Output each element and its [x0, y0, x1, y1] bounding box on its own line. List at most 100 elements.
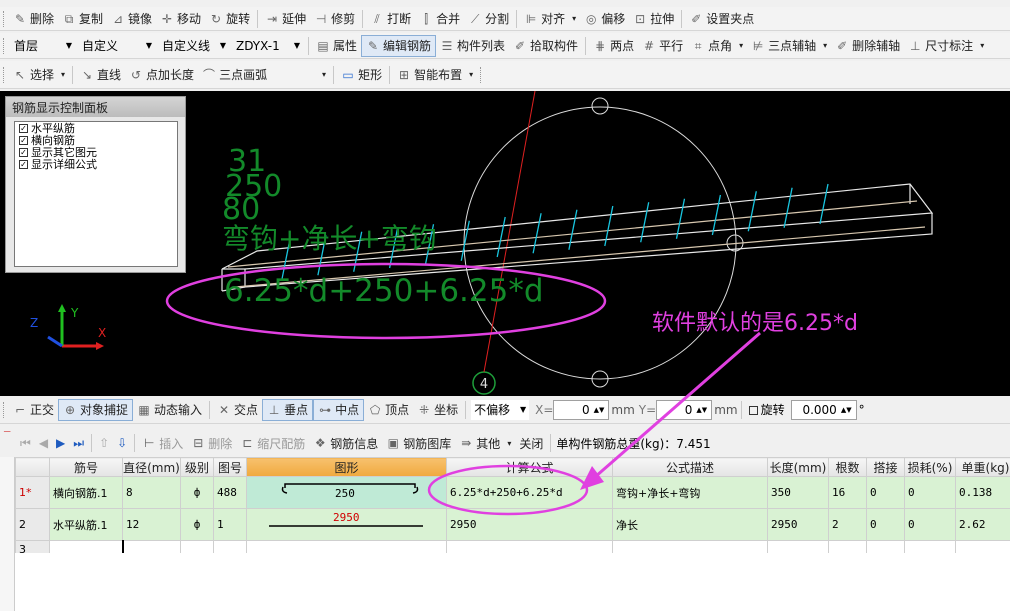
header-diameter[interactable]: 直径(mm) — [122, 457, 181, 477]
scale-rebar-button[interactable]: ⊏ 缩尺配筋 — [236, 432, 309, 454]
rotate-button[interactable]: ↻ 旋转 — [205, 8, 254, 30]
cell-formula[interactable]: 6.25*d+250+6.25*d — [446, 476, 613, 509]
edit-rebar-button[interactable]: ✎ 编辑钢筋 — [361, 34, 437, 57]
cell-loss[interactable]: 0 — [904, 476, 956, 509]
mirror-button[interactable]: ⊿ 镜像 — [107, 8, 156, 30]
line-button[interactable]: ↘ 直线 — [76, 64, 125, 86]
cell-lap[interactable]: 0 — [866, 508, 905, 541]
cell-formula-desc[interactable]: 净长 — [612, 508, 768, 541]
rebar-display-panel[interactable]: 钢筋显示控制面板 ✓ 水平纵筋 ✓ 横向钢筋 ✓ 显示其它图元 ✓ 显示详细公式 — [5, 96, 186, 273]
cell-grade[interactable]: ф — [180, 508, 214, 541]
cell-count[interactable]: 16 — [828, 476, 867, 509]
rect-button[interactable]: ▭ 矩形 — [337, 64, 386, 86]
element-select[interactable]: ZDYX-1 ▼ — [233, 36, 303, 56]
move-up-icon[interactable]: ⇧ — [95, 432, 113, 454]
toolbar-grip[interactable] — [3, 37, 6, 54]
parallel-button[interactable]: # 平行 — [638, 35, 687, 57]
cell-loss[interactable]: 0 — [904, 508, 956, 541]
three-point-aux-button[interactable]: ⊭ 三点辅轴 ▾ — [747, 35, 831, 57]
toolbar-grip[interactable] — [480, 66, 483, 83]
cell-bar-name[interactable]: 横向钢筋.1 — [49, 476, 123, 509]
other-button[interactable]: ⇛ 其他 ▾ — [455, 432, 515, 454]
cell-lap[interactable]: 0 — [866, 476, 905, 509]
header-formula[interactable]: 计算公式 — [446, 457, 613, 477]
header-length[interactable]: 长度(mm) — [767, 457, 829, 477]
ortho-button[interactable]: ⌐ 正交 — [9, 399, 58, 421]
header-count[interactable]: 根数 — [828, 457, 867, 477]
midpoint-button[interactable]: ⊶ 中点 — [313, 398, 365, 421]
merge-button[interactable]: ⫿ 合并 — [415, 8, 464, 30]
checkbox-checked-icon[interactable]: ✓ — [19, 148, 28, 157]
spinner-icon[interactable]: ▲▼ — [594, 406, 605, 414]
cell-count[interactable]: 2 — [828, 508, 867, 541]
point-angle-button[interactable]: ⌗ 点角 ▾ — [687, 35, 747, 57]
first-page-icon[interactable]: ⏮ — [16, 432, 35, 454]
header-bar-name[interactable]: 筋号 — [49, 457, 123, 477]
split-button[interactable]: ⟋ 分割 — [464, 8, 513, 30]
point-length-button[interactable]: ↺ 点加长度 — [125, 64, 198, 86]
close-table-button[interactable]: 关闭 — [515, 432, 547, 454]
spinner-icon[interactable]: ▲▼ — [696, 406, 707, 414]
checkbox-checked-icon[interactable]: ✓ — [19, 124, 28, 133]
cell-unit-weight[interactable]: 2.62 — [955, 508, 1010, 541]
type-select[interactable]: 自定义 ▼ — [79, 36, 155, 56]
smart-layout-button[interactable]: ⊞ 智能布置 ▾ — [393, 64, 477, 86]
cell-length[interactable]: 2950 — [767, 508, 829, 541]
align-button[interactable]: ⊫ 对齐 ▾ — [520, 8, 580, 30]
trim-button[interactable]: ⊣ 修剪 — [310, 8, 359, 30]
checkbox-checked-icon[interactable]: ✓ — [19, 160, 28, 169]
row-number[interactable]: 2 — [15, 508, 50, 541]
cell-grade[interactable]: ф — [180, 476, 214, 509]
dimension-button[interactable]: ⊥ 尺寸标注 ▾ — [904, 35, 988, 57]
header-loss[interactable]: 损耗(%) — [904, 457, 956, 477]
grip-point-button[interactable]: ✐ 设置夹点 — [685, 8, 758, 30]
vertex-button[interactable]: ⬠ 顶点 — [364, 399, 413, 421]
dynamic-input-button[interactable]: ▦ 动态输入 — [133, 399, 206, 421]
cell-formula[interactable]: 2950 — [446, 508, 613, 541]
header-figure-no[interactable]: 图号 — [213, 457, 247, 477]
prev-page-icon[interactable]: ◀ — [35, 432, 52, 454]
select-button[interactable]: ↖ 选择 ▾ — [9, 64, 69, 86]
insert-button[interactable]: ⊢ 插入 — [138, 432, 187, 454]
rotate-input[interactable]: 0.000 ▲▼ — [790, 399, 857, 420]
perpendicular-button[interactable]: ⊥ 垂点 — [262, 398, 314, 421]
option-show-formula[interactable]: ✓ 显示详细公式 — [15, 159, 177, 170]
intersect-button[interactable]: ✕ 交点 — [213, 399, 262, 421]
move-down-icon[interactable]: ⇩ — [113, 432, 131, 454]
coordinate-button[interactable]: ⁜ 坐标 — [413, 399, 462, 421]
extend-button[interactable]: ⇥ 延伸 — [261, 8, 310, 30]
break-button[interactable]: ⫽ 打断 — [366, 8, 415, 30]
checkbox-checked-icon[interactable]: ✓ — [19, 136, 28, 145]
spinner-icon[interactable]: ▲▼ — [841, 406, 852, 414]
stretch-button[interactable]: ⊡ 拉伸 — [629, 8, 678, 30]
cell-shape[interactable]: 250 — [246, 476, 447, 509]
toolbar-grip[interactable] — [3, 66, 6, 83]
two-point-button[interactable]: ⋕ 两点 — [589, 35, 638, 57]
delete-row-button[interactable]: ⊟ 删除 — [187, 432, 236, 454]
component-list-button[interactable]: ☰ 构件列表 — [436, 35, 509, 57]
header-formula-desc[interactable]: 公式描述 — [612, 457, 768, 477]
cell-unit-weight[interactable]: 0.138 — [955, 476, 1010, 509]
x-input[interactable]: 0 ▲▼ — [553, 399, 610, 420]
header-grade[interactable]: 级别 — [180, 457, 214, 477]
floor-select[interactable]: 首层 ▼ — [11, 36, 75, 56]
header-shape[interactable]: 图形 — [246, 457, 447, 477]
option-horizontal-rebar[interactable]: ✓ 水平纵筋 — [15, 123, 177, 134]
delete-button[interactable]: ✎ 删除 — [9, 8, 58, 30]
table-row[interactable]: 2 水平纵筋.1 12 ф 1 2950 2950 净长 2950 2 0 0 … — [15, 508, 1010, 541]
cell-bar-name[interactable]: 水平纵筋.1 — [49, 508, 123, 541]
option-transverse-rebar[interactable]: ✓ 横向钢筋 — [15, 135, 177, 146]
rebar-library-button[interactable]: ▣ 钢筋图库 — [382, 432, 455, 454]
toolbar-grip[interactable] — [3, 10, 6, 27]
delete-aux-button[interactable]: ✐ 删除辅轴 — [831, 35, 904, 57]
offset-mode-select[interactable]: 不偏移 ▼ — [471, 399, 530, 420]
next-page-icon[interactable]: ▶ — [52, 432, 69, 454]
cell-diameter[interactable]: 8 — [122, 476, 181, 509]
subtype-select[interactable]: 自定义线 ▼ — [159, 36, 229, 56]
checkbox-unchecked-icon[interactable] — [748, 405, 758, 415]
toolbar-grip[interactable] — [3, 401, 6, 418]
last-page-icon[interactable]: ⏭ — [69, 432, 88, 454]
y-input[interactable]: 0 ▲▼ — [656, 399, 713, 420]
cell-figure-no[interactable]: 1 — [213, 508, 247, 541]
rotate-checkbox[interactable]: 旋转 — [745, 402, 785, 418]
